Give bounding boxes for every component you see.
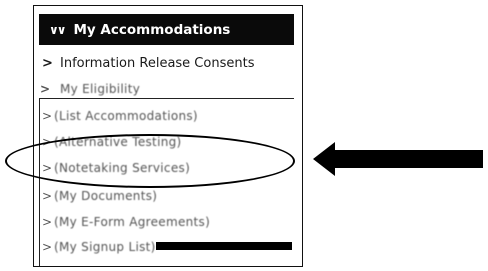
submenu-divider (39, 98, 294, 99)
chevron-right-icon: > (42, 109, 53, 123)
menu-item-my-documents[interactable]: > (My Documents) (42, 186, 157, 206)
chevron-right-icon: > (42, 189, 53, 203)
menu-item-list-accommodations[interactable]: > (List Accommodations) (42, 106, 198, 126)
chevron-right-icon: > (42, 55, 53, 71)
panel-header[interactable]: ∨∨ My Accommodations (39, 14, 294, 45)
highlight-oval (5, 134, 295, 188)
chevron-right-icon: > (42, 215, 53, 229)
chevron-right-icon: > (42, 240, 53, 254)
submenu-rule (39, 98, 40, 266)
menu-item-my-signup-list[interactable]: > (My Signup List) (42, 237, 156, 257)
panel-title: My Accommodations (73, 21, 231, 38)
menu-item-my-eligibility[interactable]: > My Eligibility (40, 79, 140, 99)
redaction-bar (156, 242, 292, 250)
left-arrow-icon (313, 142, 483, 176)
menu-item-information-release-consents[interactable]: > Information Release Consents (42, 53, 254, 73)
double-chevron-down-icon: ∨∨ (49, 22, 66, 37)
menu-item-my-e-form-agreements[interactable]: > (My E-Form Agreements) (42, 212, 210, 232)
chevron-right-icon: > (40, 82, 51, 96)
